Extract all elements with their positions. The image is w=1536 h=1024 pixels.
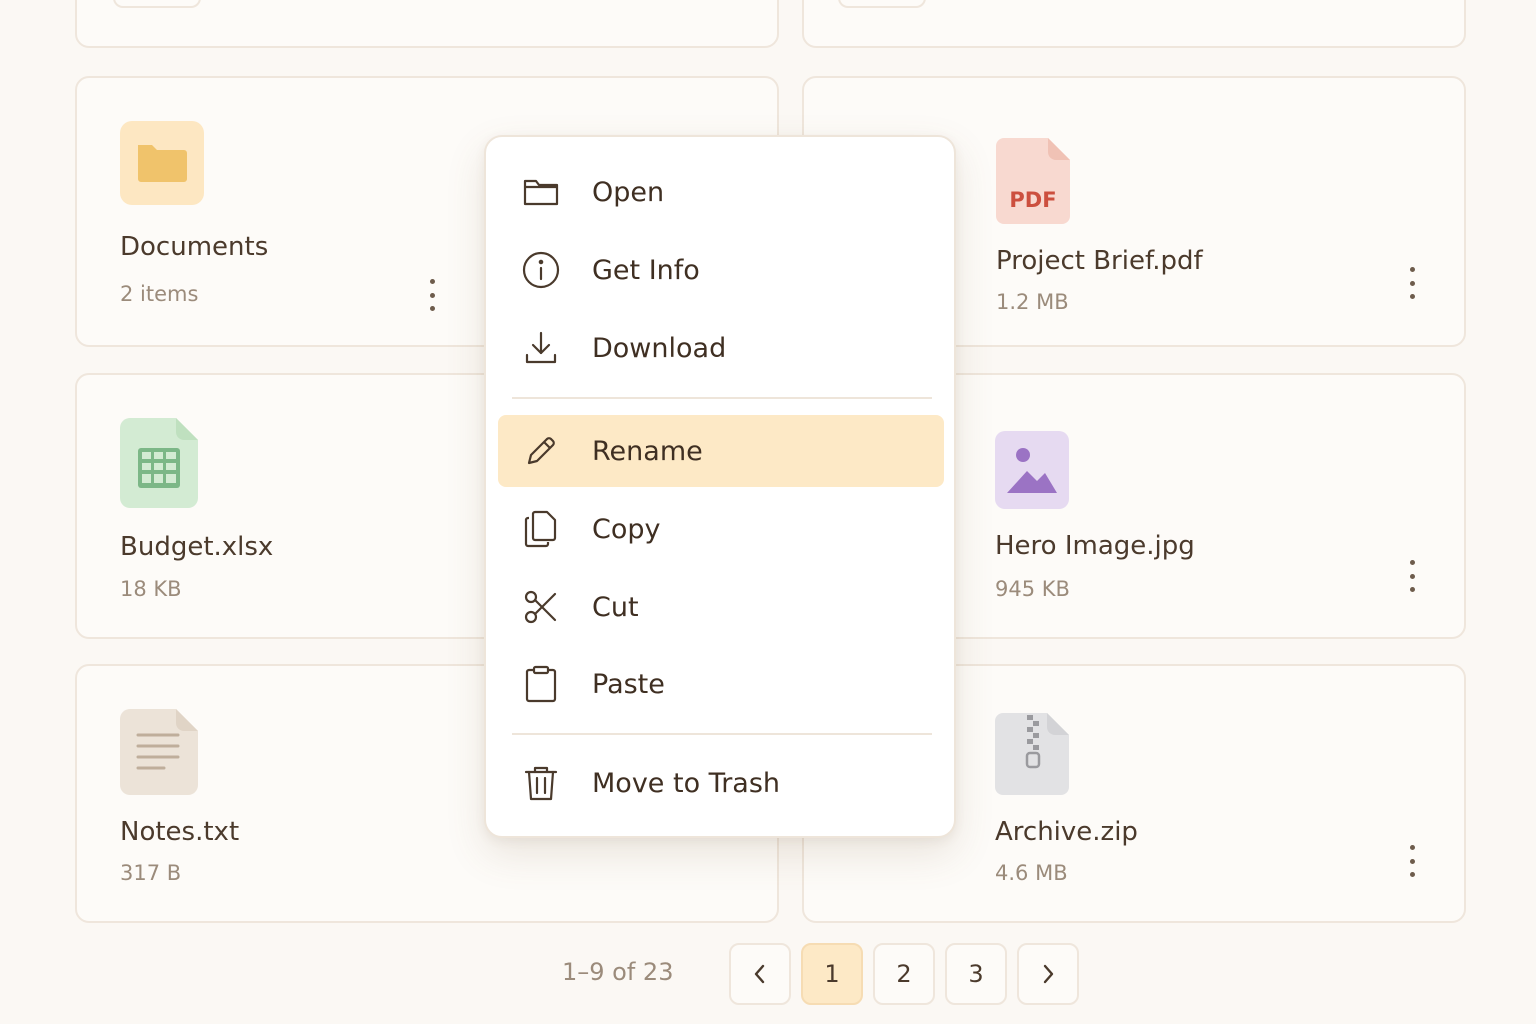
clipboard-icon xyxy=(522,665,560,703)
file-meta: 18 KB xyxy=(120,577,182,601)
page-button-3[interactable]: 3 xyxy=(945,943,1007,1005)
more-options-icon[interactable] xyxy=(1402,265,1422,301)
menu-item-label: Move to Trash xyxy=(592,767,781,799)
menu-item-copy[interactable]: Copy xyxy=(498,493,944,565)
more-options-icon[interactable] xyxy=(422,277,442,313)
menu-item-paste[interactable]: Paste xyxy=(498,648,944,720)
pdf-badge: PDF xyxy=(1009,188,1057,212)
download-icon xyxy=(522,329,560,367)
file-card-partial[interactable] xyxy=(802,0,1466,48)
file-card-partial[interactable] xyxy=(75,0,779,48)
trash-icon xyxy=(522,764,560,802)
folder-icon xyxy=(522,173,560,211)
spreadsheet-file-icon xyxy=(120,418,198,512)
menu-item-label: Cut xyxy=(592,591,639,623)
file-name: Documents xyxy=(120,232,269,262)
menu-item-label: Download xyxy=(592,332,727,364)
menu-item-label: Copy xyxy=(592,513,661,545)
file-name: Archive.zip xyxy=(995,817,1138,847)
menu-item-move-to-trash[interactable]: Move to Trash xyxy=(498,747,944,819)
file-name: Budget.xlsx xyxy=(120,532,274,562)
chevron-left-icon xyxy=(754,964,765,984)
file-card-stub xyxy=(113,0,201,8)
pdf-file-icon: PDF xyxy=(996,138,1070,228)
menu-item-get-info[interactable]: Get Info xyxy=(498,234,944,306)
menu-item-cut[interactable]: Cut xyxy=(498,571,944,643)
menu-separator xyxy=(512,733,932,735)
file-meta: 1.2 MB xyxy=(996,290,1069,314)
next-page-button[interactable] xyxy=(1017,943,1079,1005)
copy-icon xyxy=(522,510,560,548)
image-file-icon xyxy=(995,431,1069,513)
pencil-icon xyxy=(522,432,560,470)
page-button-2[interactable]: 2 xyxy=(873,943,935,1005)
file-card-stub xyxy=(838,0,926,8)
context-menu: Open Get Info Download Rename Copy Cut P… xyxy=(484,135,956,838)
scissors-icon xyxy=(522,588,560,626)
file-meta: 2 items xyxy=(120,282,199,306)
menu-item-rename[interactable]: Rename xyxy=(498,415,944,487)
more-options-icon[interactable] xyxy=(1402,843,1422,879)
menu-item-label: Paste xyxy=(592,668,665,700)
previous-page-button[interactable] xyxy=(729,943,791,1005)
folder-icon xyxy=(120,121,204,209)
file-meta: 317 B xyxy=(120,861,182,885)
page-button-1[interactable]: 1 xyxy=(801,943,863,1005)
file-name: Project Brief.pdf xyxy=(996,246,1203,276)
chevron-right-icon xyxy=(1043,964,1054,984)
file-name: Notes.txt xyxy=(120,817,240,847)
more-options-icon[interactable] xyxy=(1402,558,1422,594)
menu-item-label: Open xyxy=(592,176,665,208)
info-icon xyxy=(522,251,560,289)
file-name: Hero Image.jpg xyxy=(995,531,1195,561)
file-meta: 4.6 MB xyxy=(995,861,1068,885)
menu-item-label: Get Info xyxy=(592,254,700,286)
menu-separator xyxy=(512,397,932,399)
text-file-icon xyxy=(120,709,198,799)
pagination-range: 1–9 of 23 xyxy=(562,958,674,986)
zip-file-icon xyxy=(995,713,1069,799)
menu-item-open[interactable]: Open xyxy=(498,156,944,228)
menu-item-download[interactable]: Download xyxy=(498,312,944,384)
menu-item-label: Rename xyxy=(592,435,703,467)
file-meta: 945 KB xyxy=(995,577,1070,601)
